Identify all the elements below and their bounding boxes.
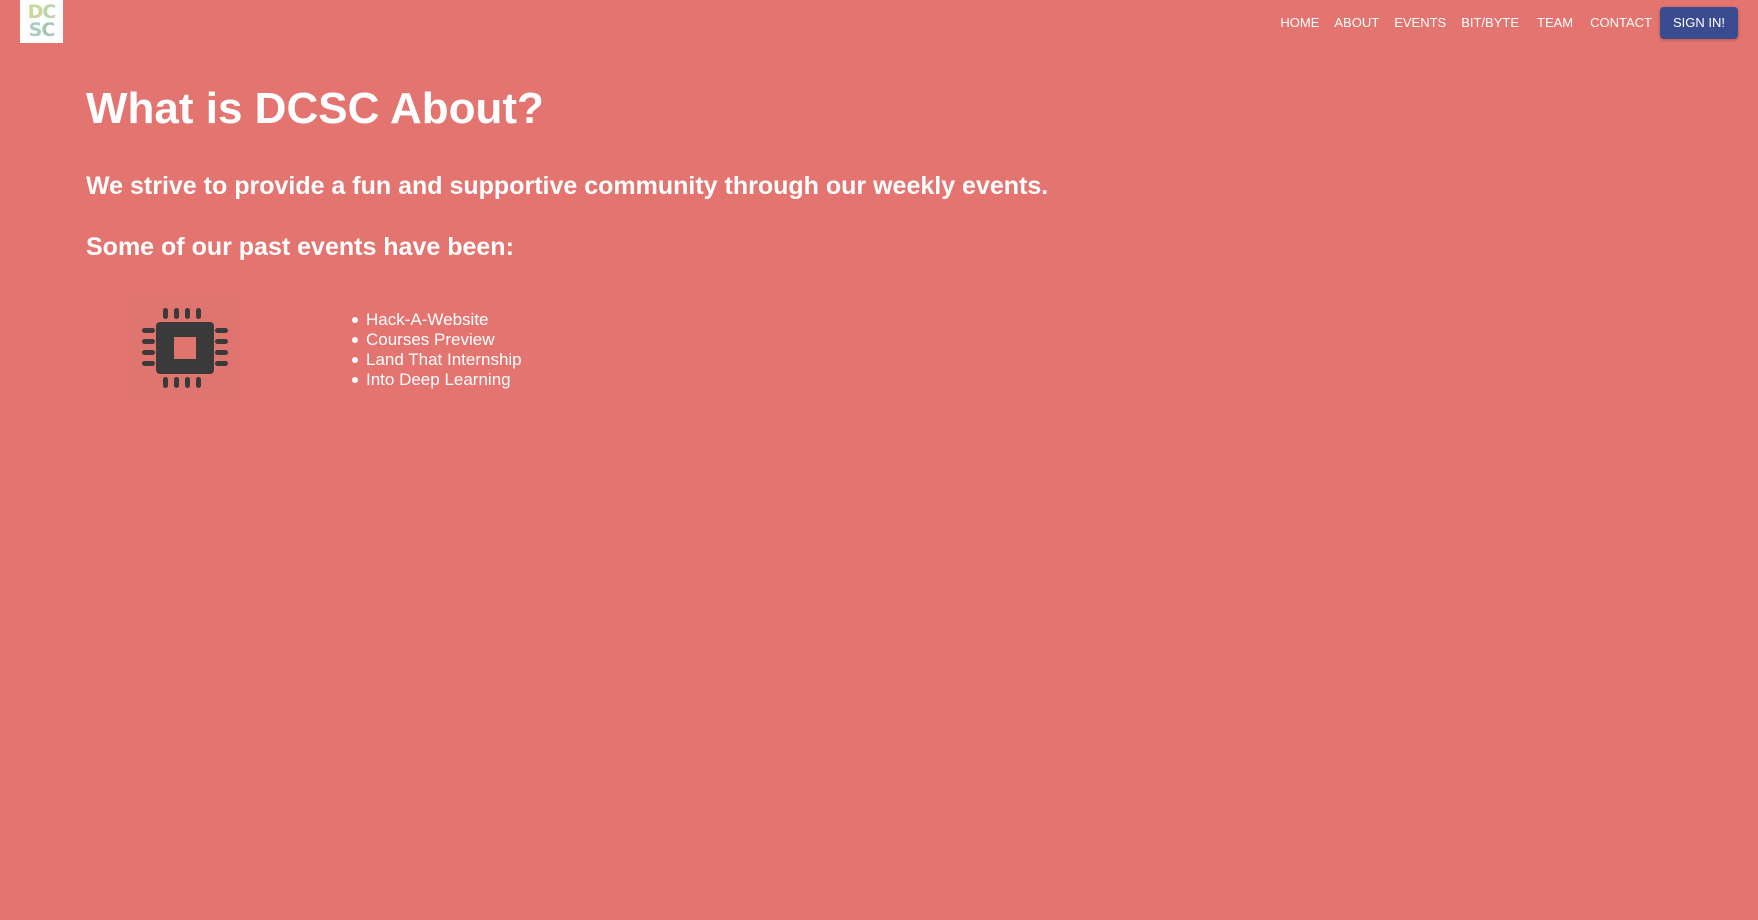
past-events-list: Hack-A-Website Courses Preview Land That… (352, 310, 522, 390)
nav-events[interactable]: EVENTS (1394, 15, 1446, 30)
dcsc-logo[interactable]: D C S C (20, 0, 63, 43)
event-label: Into Deep Learning (366, 370, 511, 389)
logo-letter: S (28, 18, 43, 41)
list-item: Hack-A-Website (352, 310, 522, 330)
list-item: Courses Preview (352, 330, 522, 350)
nav-home[interactable]: HOME (1280, 15, 1319, 30)
nav-team[interactable]: TEAM (1537, 15, 1573, 30)
bullet-icon (352, 377, 358, 383)
page-title: What is DCSC About? (86, 84, 544, 133)
nav-bit-byte[interactable]: BIT/BYTE (1461, 15, 1519, 30)
sign-in-button[interactable]: SIGN IN! (1660, 6, 1738, 39)
bullet-icon (352, 317, 358, 323)
past-events-heading: Some of our past events have been: (86, 233, 514, 261)
logo-letter: C (41, 18, 55, 41)
event-label: Courses Preview (366, 330, 495, 349)
nav-contact[interactable]: CONTACT (1590, 15, 1652, 30)
list-item: Into Deep Learning (352, 370, 522, 390)
bullet-icon (352, 337, 358, 343)
list-item: Land That Internship (352, 350, 522, 370)
cpu-chip-svg (142, 308, 228, 388)
cpu-chip-icon (130, 293, 240, 403)
event-label: Land That Internship (366, 350, 522, 369)
top-navigation: HOME ABOUT EVENTS BIT/BYTE TEAM CONTACT … (1280, 0, 1758, 45)
nav-about[interactable]: ABOUT (1334, 15, 1379, 30)
page-subtitle: We strive to provide a fun and supportiv… (86, 172, 1049, 200)
logo-line-2: S C (28, 18, 56, 41)
event-label: Hack-A-Website (366, 310, 489, 329)
bullet-icon (352, 357, 358, 363)
